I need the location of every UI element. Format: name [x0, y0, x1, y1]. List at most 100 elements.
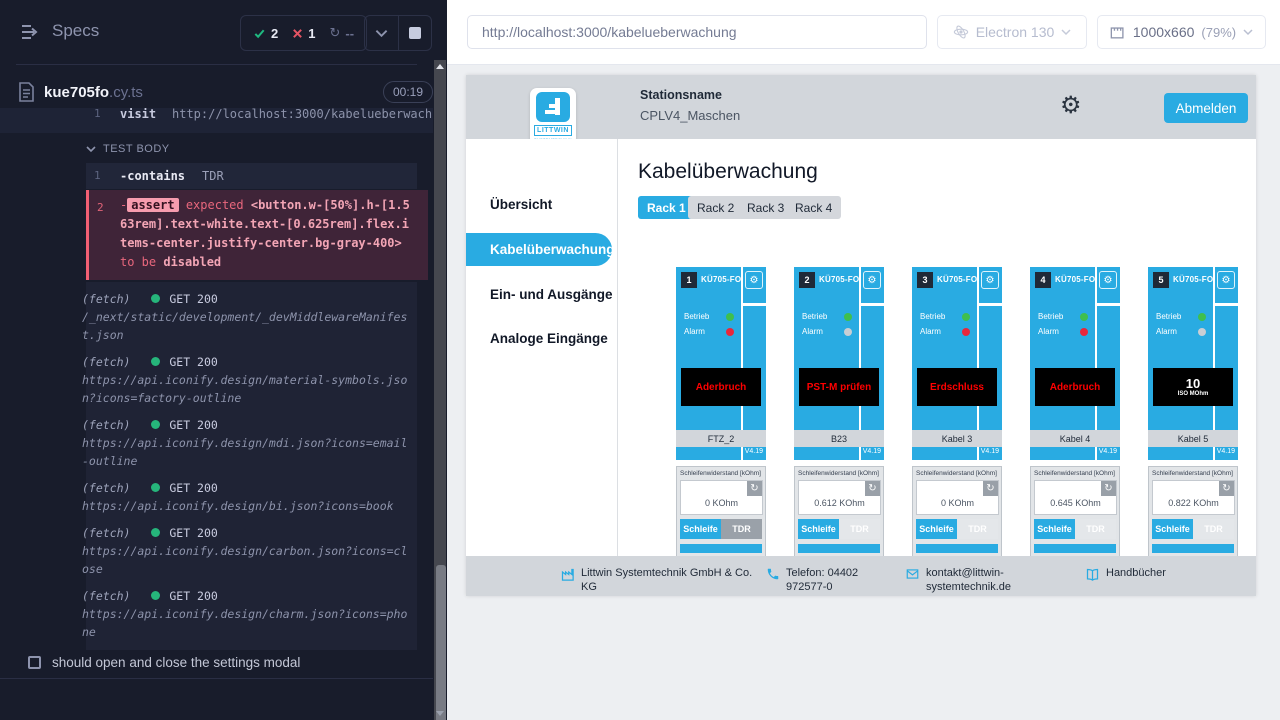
- betrieb-led: [1080, 313, 1088, 321]
- phone-icon: [766, 567, 780, 581]
- status-display: 10 ISO MOhm: [1153, 368, 1233, 406]
- tdr-button[interactable]: TDR: [839, 519, 880, 539]
- stop-button[interactable]: [399, 27, 432, 39]
- test-body-section[interactable]: TEST BODY: [86, 143, 170, 155]
- tab-rack-1[interactable]: Rack 1: [638, 196, 695, 219]
- scroll-up-arrow: [436, 64, 444, 69]
- schleife-button[interactable]: Schleife: [916, 519, 957, 539]
- panel-footer-bar: [680, 544, 762, 553]
- specs-menu-icon[interactable]: [18, 20, 42, 44]
- fetch-row[interactable]: (fetch) GET 200 /_next/static/developmen…: [82, 290, 417, 344]
- logout-button[interactable]: Abmelden: [1164, 93, 1248, 123]
- module-settings-gear-icon[interactable]: ⚙: [1099, 271, 1117, 289]
- schleife-button[interactable]: Schleife: [1152, 519, 1193, 539]
- test-stats: 2 1 ↻ --: [240, 15, 367, 51]
- cable-module-card-3: 3 KÜ705-FO ⚙ Betrieb Alarm Erdschluss Ka…: [912, 267, 1002, 556]
- sidebar-item-kabelueberwachung[interactable]: Kabelüberwachung: [466, 233, 612, 266]
- resistance-readout: ↻ 0.822 KOhm: [1152, 480, 1235, 515]
- stop-icon: [409, 27, 421, 39]
- station-label: Stationsname: [640, 88, 722, 102]
- fetch-row[interactable]: (fetch) GET 200 https://api.iconify.desi…: [82, 479, 417, 515]
- refresh-icon[interactable]: ↻: [1219, 481, 1234, 496]
- command-row-contains[interactable]: 1 -contains TDR: [86, 163, 417, 189]
- resistance-panel: Schleifenwiderstand [kOhm] ↻ 0 KOhm Schl…: [912, 466, 1002, 556]
- module-settings-gear-icon[interactable]: ⚙: [863, 271, 881, 289]
- module-front: 5 KÜ705-FO ⚙ Betrieb Alarm 10 ISO MOhm K…: [1148, 267, 1238, 460]
- run-controls: [364, 15, 432, 51]
- divider: [16, 64, 417, 65]
- resistance-panel: Schleifenwiderstand [kOhm] ↻ 0.612 KOhm …: [794, 466, 884, 556]
- betrieb-led-row: Betrieb: [1156, 312, 1206, 321]
- check-icon: [253, 27, 266, 40]
- alarm-led-row: Alarm: [1038, 327, 1088, 336]
- alarm-led: [1080, 328, 1088, 336]
- schleife-button[interactable]: Schleife: [680, 519, 721, 539]
- command-name: visit: [120, 108, 156, 126]
- fetch-row[interactable]: (fetch) GET 200 https://api.iconify.desi…: [82, 524, 417, 578]
- module-model: KÜ705-FO: [701, 275, 741, 284]
- browser-select[interactable]: Electron 130: [937, 15, 1087, 49]
- divider: [1097, 303, 1120, 306]
- refresh-icon[interactable]: ↻: [747, 481, 762, 496]
- cable-name: Kabel 3: [912, 430, 1002, 447]
- footer-manuals[interactable]: Handbücher: [1085, 566, 1195, 582]
- cable-name: Kabel 5: [1148, 430, 1238, 447]
- tab-rack-4[interactable]: Rack 4: [786, 196, 841, 219]
- viewport-size-select[interactable]: 1000x660 (79%): [1097, 15, 1266, 49]
- pending-test-row[interactable]: should open and close the settings modal: [28, 655, 300, 670]
- fetch-row[interactable]: (fetch) GET 200 https://api.iconify.desi…: [82, 353, 417, 407]
- firmware-version: V4.19: [1099, 448, 1117, 455]
- module-model: KÜ705-FO: [1055, 275, 1095, 284]
- tdr-button[interactable]: TDR: [721, 519, 762, 539]
- resistance-panel: Schleifenwiderstand [kOhm] ↻ 0.645 KOhm …: [1030, 466, 1120, 556]
- resistance-label: Schleifenwiderstand [kOhm]: [1034, 470, 1115, 477]
- fetch-row[interactable]: (fetch) GET 200 https://api.iconify.desi…: [82, 587, 417, 641]
- tdr-button[interactable]: TDR: [957, 519, 998, 539]
- module-number: 3: [917, 272, 933, 288]
- cable-module-card-4: 4 KÜ705-FO ⚙ Betrieb Alarm Aderbruch Kab…: [1030, 267, 1120, 556]
- refresh-icon[interactable]: ↻: [983, 481, 998, 496]
- cable-module-card-1: 1 KÜ705-FO ⚙ Betrieb Alarm Aderbruch FTZ…: [676, 267, 766, 556]
- sidebar-item-analoge-eingaenge[interactable]: Analoge Eingänge: [490, 331, 608, 346]
- url-input[interactable]: http://localhost:3000/kabelueberwachung: [467, 15, 927, 49]
- refresh-icon[interactable]: ↻: [1101, 481, 1116, 496]
- status-display: Erdschluss: [917, 368, 997, 406]
- module-settings-gear-icon[interactable]: ⚙: [745, 271, 763, 289]
- tab-rack-2[interactable]: Rack 2: [688, 196, 743, 219]
- resistance-panel: Schleifenwiderstand [kOhm] ↻ 0.822 KOhm …: [1148, 466, 1238, 556]
- fetch-row[interactable]: (fetch) GET 200 https://api.iconify.desi…: [82, 416, 417, 470]
- command-row-visit[interactable]: 1 visit http://localhost:3000/kabelueber…: [0, 108, 433, 133]
- schleife-button[interactable]: Schleife: [798, 519, 839, 539]
- tdr-button[interactable]: TDR: [1075, 519, 1116, 539]
- command-row-assert-failed[interactable]: 2 -assert expected <button.w-[50%].h-[1.…: [86, 190, 428, 280]
- chevron-down-icon: [375, 29, 388, 38]
- settings-gear-icon[interactable]: ⚙: [1060, 93, 1082, 117]
- resistance-readout: ↻ 0.612 KOhm: [798, 480, 881, 515]
- assert-state: disabled: [163, 255, 221, 269]
- sidebar-item-uebersicht[interactable]: Übersicht: [490, 197, 552, 212]
- spec-file-name[interactable]: kue705fo.cy.ts: [44, 84, 143, 101]
- tdr-button[interactable]: TDR: [1193, 519, 1234, 539]
- sidebar-item-ein-und-ausgaenge[interactable]: Ein- und Ausgänge: [490, 287, 613, 302]
- module-settings-gear-icon[interactable]: ⚙: [981, 271, 999, 289]
- cable-module-card-5: 5 KÜ705-FO ⚙ Betrieb Alarm 10 ISO MOhm K…: [1148, 267, 1238, 556]
- resistance-panel: Schleifenwiderstand [kOhm] ↻ 0 KOhm Schl…: [676, 466, 766, 556]
- success-dot: [151, 591, 160, 600]
- assert-badge: assert: [127, 198, 178, 212]
- assert-expected: expected: [186, 198, 244, 212]
- specs-label[interactable]: Specs: [52, 21, 99, 41]
- reporter-scrollbar[interactable]: [433, 0, 447, 720]
- alarm-led-row: Alarm: [684, 327, 734, 336]
- module-settings-gear-icon[interactable]: ⚙: [1217, 271, 1235, 289]
- collapse-button[interactable]: [365, 29, 398, 38]
- module-number: 2: [799, 272, 815, 288]
- divider: [979, 303, 1002, 306]
- success-dot: [151, 357, 160, 366]
- schleife-button[interactable]: Schleife: [1034, 519, 1075, 539]
- betrieb-led-row: Betrieb: [1038, 312, 1088, 321]
- divider: [0, 678, 433, 679]
- module-model: KÜ705-FO: [1173, 275, 1213, 284]
- firmware-version: V4.19: [1217, 448, 1235, 455]
- refresh-icon[interactable]: ↻: [865, 481, 880, 496]
- footer-email[interactable]: kontakt@littwin-systemtechnik.de: [905, 566, 1025, 594]
